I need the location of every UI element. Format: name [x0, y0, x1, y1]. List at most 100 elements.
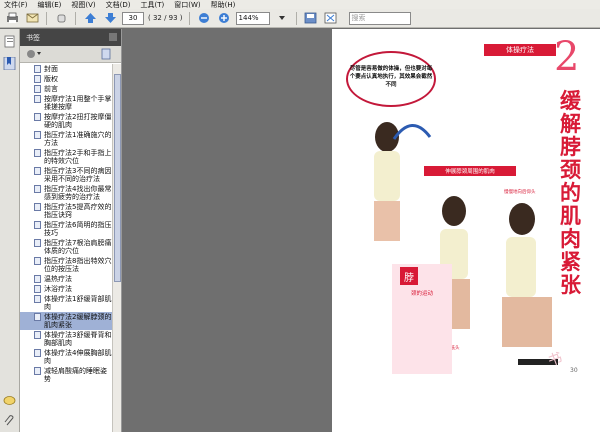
email-button[interactable] — [24, 11, 40, 26]
bookmark-icon — [34, 285, 41, 293]
bookmark-icon — [34, 95, 41, 103]
comments-icon[interactable] — [3, 395, 16, 408]
bookmark-item[interactable]: 封面 — [20, 64, 112, 74]
bookmark-item[interactable]: 指压疗法2手和手指上的特效穴位 — [20, 148, 112, 166]
search-input[interactable]: 搜索 — [348, 11, 411, 25]
bookmark-item[interactable]: 指压疗法7根治肩膀痛体质的穴位 — [20, 238, 112, 256]
print-button[interactable] — [4, 11, 20, 26]
bookmark-label: 体操疗法4伸展胸部肌肉 — [44, 349, 112, 365]
bookmark-item[interactable]: 指压疗法1准确施穴的方法 — [20, 130, 112, 148]
bookmark-item[interactable]: 按摩疗法2扭打按摩僵硬的肌肉 — [20, 112, 112, 130]
bookmark-icon — [34, 221, 41, 229]
toolbar-separator — [75, 11, 76, 25]
bookmark-item[interactable]: 体操疗法3舒缓脊背和胸部肌肉 — [20, 330, 112, 348]
bookmark-label: 体操疗法2缓解脖颈的肌肉紧张 — [44, 313, 112, 329]
hand-tool-button[interactable] — [53, 11, 69, 26]
printer-icon — [6, 12, 18, 23]
page-number-input[interactable]: 30 — [122, 11, 144, 25]
chapter-number: 2 — [554, 34, 580, 80]
bookmark-label: 减轻肩酸痛的睡眠姿势 — [44, 367, 107, 383]
panel-toolbar — [20, 46, 121, 63]
bookmark-icon — [34, 149, 41, 157]
navigation-strip — [0, 29, 20, 432]
close-panel-button[interactable] — [109, 33, 117, 41]
zoom-in-button[interactable] — [216, 11, 232, 26]
zoom-in-icon — [218, 13, 229, 23]
bookmark-item[interactable]: 指压疗法5提高疗效的指压诀窍 — [20, 202, 112, 220]
bookmark-label: 按摩疗法1用整个手掌揉搓按摩 — [44, 95, 112, 111]
exercise-strip-label: 伸展脖颈周围的肌肉 — [424, 166, 516, 176]
page-count: ( 32 / 93 ) — [148, 14, 183, 22]
next-page-button[interactable] — [102, 11, 118, 26]
zoom-level-input[interactable]: 144% — [235, 11, 270, 25]
scrollbar-thumb[interactable] — [114, 74, 121, 282]
pages-icon[interactable] — [3, 35, 16, 48]
bookmark-label: 按摩疗法2扭打按摩僵硬的肌肉 — [44, 113, 112, 129]
bookmark-label: 指压疗法8指出特效穴位的按压法 — [44, 257, 112, 273]
new-bookmark-icon[interactable] — [100, 48, 112, 60]
bookmark-item[interactable]: 减轻肩酸痛的睡眠姿势 — [20, 366, 112, 384]
bookmark-item[interactable]: 指压疗法4找出你最常感到疲劳的治疗法 — [20, 184, 112, 202]
options-icon[interactable] — [26, 48, 42, 60]
bookmark-icon — [34, 275, 41, 283]
arrow-up-icon — [84, 13, 96, 23]
bookmark-icon — [34, 295, 41, 303]
document-gutter — [122, 29, 332, 432]
bookmark-label: 体操疗法1舒缓背部肌肉 — [44, 295, 112, 311]
bookmark-label: 指压疗法6简明的指压技巧 — [44, 221, 112, 237]
bookmark-icon — [34, 367, 41, 375]
bookmark-item[interactable]: 指压疗法6简明的指压技巧 — [20, 220, 112, 238]
bookmark-label: 指压疗法1准确施穴的方法 — [44, 131, 112, 147]
bookmark-icon — [34, 313, 41, 321]
bookmark-icon — [34, 185, 41, 193]
attachments-icon[interactable] — [3, 415, 16, 428]
bookmark-label: 指压疗法5提高疗效的指压诀窍 — [44, 203, 112, 219]
bookmark-icon — [34, 167, 41, 175]
menu-bar: 文件(F) 编辑(E) 视图(V) 文档(D) 工具(T) 窗口(W) 帮助(H… — [0, 0, 600, 9]
toolbar-separator — [188, 11, 190, 25]
bookmark-icon — [34, 85, 41, 93]
bookmark-item[interactable]: 版权 — [20, 74, 112, 84]
bookmarks-icon[interactable] — [3, 57, 16, 70]
bookmark-label: 指压疗法7根治肩膀痛体质的穴位 — [44, 239, 112, 255]
bookmark-item[interactable]: 体操疗法2缓解脖颈的肌肉紧张 — [20, 312, 112, 330]
arrow-down-icon — [104, 13, 116, 23]
bookmark-icon — [34, 257, 41, 265]
bookmark-item[interactable]: 体操疗法4伸展胸部肌肉 — [20, 348, 112, 366]
panel-scrollbar[interactable] — [112, 64, 121, 432]
toolbar-separator — [46, 11, 47, 25]
bookmark-label: 指压疗法3不同的病因采用不同的治疗法 — [44, 167, 112, 183]
arrow-down-curve-icon — [392, 124, 432, 140]
bookmark-icon — [34, 113, 41, 121]
bookmark-list: 封面版权前言按摩疗法1用整个手掌揉搓按摩 按摩疗法2扭打按摩僵硬的肌肉 指压疗法1准… — [20, 64, 112, 432]
previous-page-button[interactable] — [82, 11, 98, 26]
save-button[interactable] — [303, 11, 319, 26]
zoom-level: 144% — [238, 14, 259, 22]
toolbar: 30 ( 32 / 93 ) 144% 搜索 — [0, 9, 600, 28]
page-number: 30 — [570, 367, 578, 374]
bookmark-icon — [34, 131, 41, 139]
bookmark-label: 指压疗法2手和手指上的特效穴位 — [44, 149, 112, 165]
bookmarks-panel: 书签 封面 版权 前言 按摩疗法1用整个手掌揉搓按摩 按摩疗法2扭打按摩僵硬的肌肉 指压疗… — [20, 29, 122, 432]
bookmark-item[interactable]: 沐浴疗法 — [20, 284, 112, 294]
bookmark-item[interactable]: 指压疗法3不同的病因采用不同的治疗法 — [20, 166, 112, 184]
bookmark-icon — [34, 75, 41, 83]
bookmark-item[interactable]: 体操疗法1舒缓背部肌肉 — [20, 294, 112, 312]
zoom-dropdown-button[interactable] — [274, 11, 290, 26]
bookmark-icon — [34, 203, 41, 211]
bookmark-item[interactable]: 按摩疗法1用整个手掌揉搓按摩 — [20, 94, 112, 112]
zoom-out-button[interactable] — [196, 11, 212, 26]
bookmark-item[interactable]: 前言 — [20, 84, 112, 94]
bookmark-label: 体操疗法3舒缓脊背和胸部肌肉 — [44, 331, 112, 347]
bookmark-label: 版权 — [44, 75, 58, 83]
bookmark-label: 封面 — [44, 65, 58, 73]
fit-page-button[interactable] — [323, 11, 339, 26]
tip-box: 脖 颈的运动 — [392, 264, 452, 374]
bookmark-label: 温热疗法 — [44, 275, 72, 283]
panel-title: 书签 — [26, 33, 40, 42]
panel-header: 书签 — [20, 29, 121, 46]
bookmark-item[interactable]: 温热疗法 — [20, 274, 112, 284]
search-placeholder: 搜索 — [351, 14, 366, 22]
bookmark-label: 前言 — [44, 85, 58, 93]
bookmark-item[interactable]: 指压疗法8指出特效穴位的按压法 — [20, 256, 112, 274]
